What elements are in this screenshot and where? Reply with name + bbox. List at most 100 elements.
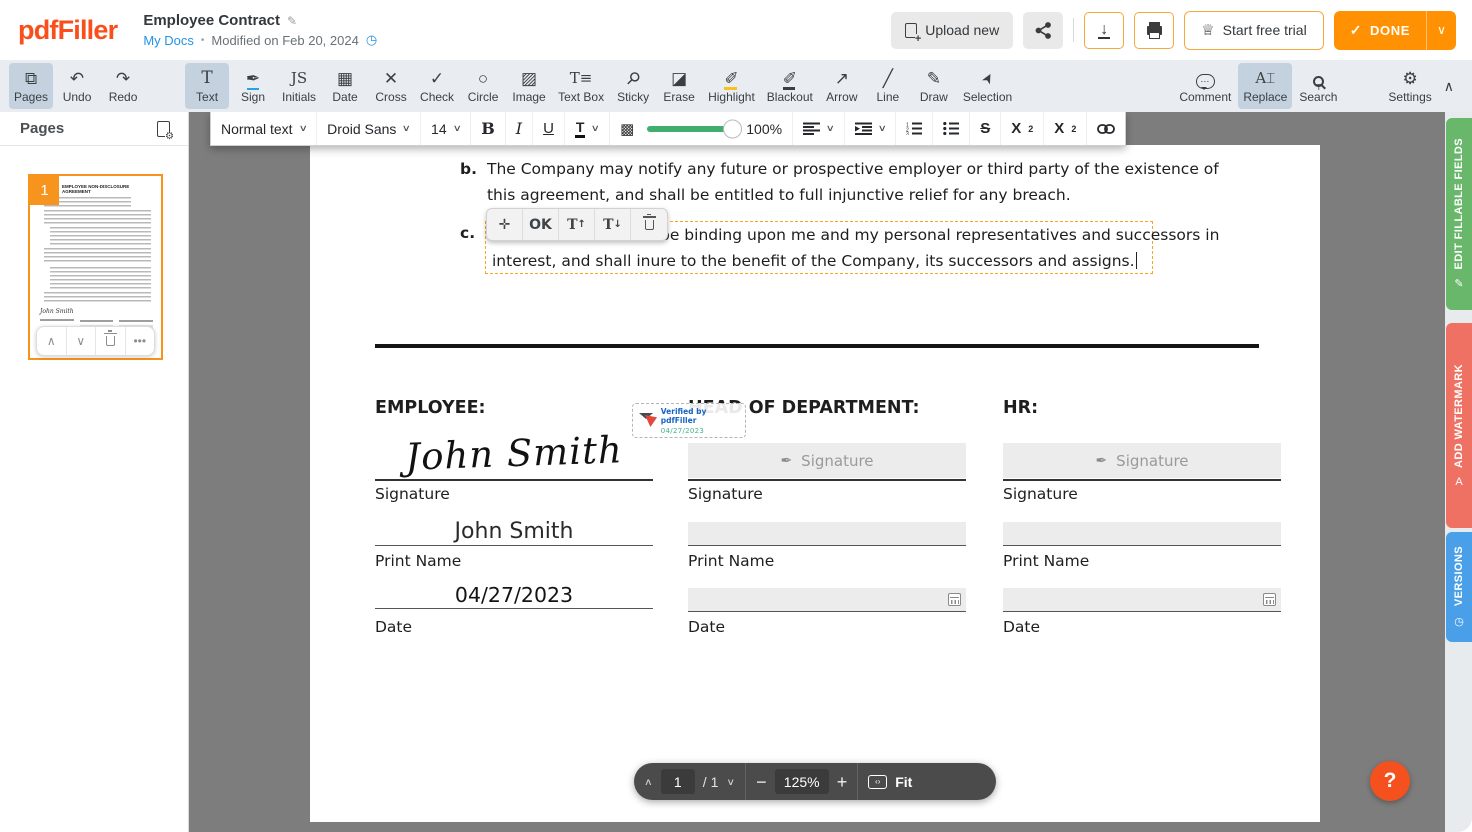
link-button[interactable]	[1087, 112, 1125, 145]
font-family-select[interactable]: Droid Sans ∨	[317, 112, 421, 145]
hr-print-name-field[interactable]	[1003, 522, 1281, 545]
chevron-down-icon: ∨	[1437, 23, 1446, 37]
move-element-button[interactable]: ✛	[487, 209, 523, 240]
increase-font-button[interactable]: T↑	[559, 209, 595, 240]
undo-icon: ↶	[70, 68, 84, 89]
employee-heading: EMPLOYEE:	[375, 398, 486, 418]
edit-fillable-fields-tab[interactable]: EDIT FILLABLE FIELDS ✎	[1446, 118, 1472, 310]
subscript-button[interactable]: X2	[1044, 112, 1087, 145]
opacity-slider[interactable]	[647, 126, 733, 132]
employee-signature-value[interactable]: John Smith	[374, 427, 653, 480]
font-size-select[interactable]: 14 ∨	[421, 112, 471, 145]
toolbar-undo[interactable]: ↶Undo	[55, 63, 99, 109]
hod-signature-field[interactable]: ✒ Signature	[688, 443, 966, 478]
employee-print-name-value[interactable]: John Smith	[375, 519, 653, 544]
zoom-level-value[interactable]: 125%	[775, 769, 829, 794]
toolbar-text-box[interactable]: T≡Text Box	[553, 63, 609, 109]
share-button[interactable]	[1023, 12, 1063, 49]
superscript-button[interactable]: X2	[1001, 112, 1044, 145]
versions-tab[interactable]: VERSIONS ◷	[1446, 532, 1472, 642]
toolbar-sticky[interactable]: ⚲Sticky	[611, 63, 655, 109]
toolbar-comment[interactable]: ⋯Comment	[1174, 63, 1236, 109]
hr-date-field[interactable]	[1003, 588, 1281, 611]
toolbar-arrow[interactable]: ↗Arrow	[820, 63, 864, 109]
toolbar-highlight[interactable]: ✐Highlight	[703, 63, 760, 109]
opacity-control[interactable]: ▩ 100%	[610, 112, 793, 145]
toolbar-initials[interactable]: JSInitials	[277, 63, 321, 109]
calendar-icon	[1263, 593, 1276, 606]
toolbar-draw[interactable]: ✎Draw	[912, 63, 956, 109]
zoom-out-button[interactable]: −	[756, 773, 767, 791]
section-divider-line	[375, 344, 1259, 348]
breadcrumb-my-docs[interactable]: My Docs	[143, 33, 194, 48]
move-page-down-button[interactable]: ∨	[67, 327, 97, 355]
hr-signature-field[interactable]: ✒ Signature	[1003, 443, 1281, 478]
toolbar-settings[interactable]: ⚙Settings	[1383, 63, 1436, 109]
move-page-up-button[interactable]: ∧	[37, 327, 67, 355]
paragraph-style-select[interactable]: Normal text ∨	[211, 112, 317, 145]
previous-page-button[interactable]: ∧	[644, 776, 653, 787]
done-button[interactable]: ✓ DONE	[1334, 11, 1426, 50]
start-free-trial-button[interactable]: ♕ Start free trial	[1184, 11, 1323, 50]
add-watermark-tab[interactable]: ADD WATERMARK A	[1446, 323, 1472, 528]
document-meta: Employee Contract ✎ My Docs • Modified o…	[143, 12, 377, 48]
toolbar-search[interactable]: Search	[1294, 63, 1342, 109]
help-button[interactable]: ?	[1370, 761, 1410, 801]
hod-date-field[interactable]	[688, 588, 966, 611]
employee-date-value[interactable]: 04/27/2023	[375, 583, 653, 607]
delete-page-button[interactable]	[96, 327, 126, 355]
toolbar-text[interactable]: TText	[185, 63, 229, 109]
strikethrough-button[interactable]: S	[970, 112, 1001, 145]
toolbar-selection[interactable]: ➤Selection	[958, 63, 1017, 109]
current-page-input[interactable]: 1	[661, 769, 695, 794]
toolbar-pages[interactable]: ⧉Pages	[9, 63, 53, 109]
thumbnail-text-block	[44, 210, 151, 224]
signature-underline	[1003, 479, 1281, 481]
toolbar-cross[interactable]: ✕Cross	[369, 63, 413, 109]
bullet-list-button[interactable]	[933, 112, 970, 145]
toolbar-line[interactable]: ╱Line	[866, 63, 910, 109]
next-page-button[interactable]: ∨	[726, 776, 735, 787]
decrease-font-button[interactable]: T↓	[595, 209, 631, 240]
total-pages-label: / 1	[703, 774, 719, 790]
signature-placeholder: Signature	[801, 452, 873, 470]
edit-title-icon[interactable]: ✎	[287, 14, 297, 28]
toolbar-circle[interactable]: ○Circle	[461, 63, 505, 109]
text-format-toolbar: Normal text ∨ Droid Sans ∨ 14 ∨ B I U T …	[210, 112, 1126, 146]
toolbar-sign[interactable]: ✒Sign	[231, 63, 275, 109]
toolbar-blackout[interactable]: ✐Blackout	[762, 63, 818, 109]
search-icon	[1313, 76, 1324, 87]
done-dropdown-button[interactable]: ∨	[1426, 11, 1456, 50]
italic-button[interactable]: I	[506, 112, 533, 145]
hod-print-name-field[interactable]	[688, 522, 966, 545]
toolbar-replace[interactable]: A⌶Replace	[1238, 63, 1292, 109]
toolbar-erase[interactable]: ◪Erase	[657, 63, 701, 109]
toolbar-date[interactable]: ▦Date	[323, 63, 367, 109]
numbered-list-button[interactable]: 123	[896, 112, 933, 145]
toolbar-image[interactable]: ▨Image	[507, 63, 551, 109]
page-thumbnail[interactable]: 1 EMPLOYEE NON-DISCLOSURE AGREEMENT John…	[28, 174, 163, 360]
align-select[interactable]: ∨	[793, 112, 845, 145]
underline-button[interactable]: U	[533, 112, 565, 145]
indent-select[interactable]: ∨	[845, 112, 897, 145]
print-name-underline	[688, 545, 966, 546]
fit-button[interactable]: Fit	[895, 774, 912, 790]
upload-new-button[interactable]: Upload new	[891, 12, 1013, 49]
history-clock-icon[interactable]: ◷	[366, 32, 377, 48]
ok-button[interactable]: OK	[523, 209, 559, 240]
toolbar-redo[interactable]: ↷Redo	[101, 63, 145, 109]
bold-button[interactable]: B	[471, 112, 506, 145]
text-color-select[interactable]: T ∨	[565, 112, 610, 145]
draw-brush-icon: ✎	[927, 68, 941, 89]
collapse-toolbar-chevron[interactable]: ∧	[1444, 78, 1454, 95]
slider-knob[interactable]	[723, 119, 742, 138]
download-button[interactable]: ↓	[1084, 12, 1124, 49]
page-more-button[interactable]: •••	[126, 327, 155, 355]
zoom-in-button[interactable]: +	[837, 773, 848, 791]
toolbar-check[interactable]: ✓Check	[415, 63, 459, 109]
page-settings-icon[interactable]	[157, 121, 170, 137]
upload-new-label: Upload new	[925, 22, 999, 38]
print-button[interactable]	[1134, 12, 1174, 49]
download-icon: ↓	[1098, 22, 1110, 39]
delete-element-button[interactable]	[631, 209, 667, 240]
